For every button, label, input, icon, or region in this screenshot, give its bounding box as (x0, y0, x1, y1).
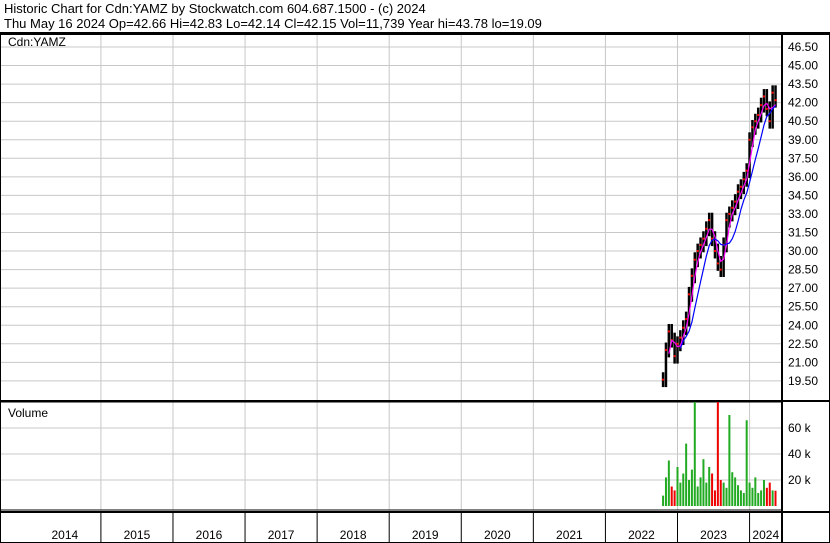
price-tick-label: 37.50 (788, 151, 818, 165)
close-marker (760, 104, 763, 107)
price-tick-label: 25.50 (788, 300, 818, 314)
price-tick-label: 42.00 (788, 96, 818, 110)
close-marker (745, 169, 748, 172)
volume-tick-label: 20 k (788, 473, 812, 487)
price-tick-label: 21.00 (788, 355, 818, 369)
close-marker (688, 293, 691, 296)
volume-tick-label: 60 k (788, 421, 812, 435)
price-tick-label: 43.50 (788, 77, 818, 91)
price-tick-label: 40.50 (788, 114, 818, 128)
close-marker (664, 348, 667, 351)
close-marker (699, 243, 702, 246)
year-label: 2023 (700, 528, 727, 542)
close-marker (734, 200, 737, 203)
year-label: 2024 (752, 528, 779, 542)
year-label: 2018 (340, 528, 367, 542)
close-marker (719, 268, 722, 271)
volume-label: Volume (8, 406, 48, 420)
close-marker (739, 185, 742, 188)
quote-line: Thu May 16 2024 Op=42.66 Hi=42.83 Lo=42.… (4, 16, 542, 31)
volume-tick-label: 40 k (788, 447, 812, 461)
close-marker (774, 99, 777, 102)
year-label: 2021 (556, 528, 583, 542)
moving-average-long (679, 105, 776, 349)
close-marker (757, 114, 760, 117)
close-marker (690, 274, 693, 277)
close-marker (696, 250, 699, 253)
close-marker (762, 95, 765, 98)
price-tick-label: 36.00 (788, 170, 818, 184)
close-marker (754, 120, 757, 123)
year-label: 2022 (628, 528, 655, 542)
price-tick-label: 45.00 (788, 59, 818, 73)
price-tick-label: 39.00 (788, 133, 818, 147)
price-tick-label: 31.50 (788, 226, 818, 240)
close-marker (667, 330, 670, 333)
close-marker (708, 219, 711, 222)
price-tick-label: 46.50 (788, 40, 818, 54)
price-volume-chart: 46.50 45.00 43.50 42.00 40.50 39.00 37.50 36.00… (0, 34, 830, 543)
year-label: 2015 (124, 528, 151, 542)
year-label: 2020 (484, 528, 511, 542)
close-marker (751, 126, 754, 129)
price-tick-label: 19.50 (788, 374, 818, 388)
close-marker (731, 206, 734, 209)
close-marker (679, 336, 682, 339)
chart-title: Historic Chart for Cdn:YAMZ by Stockwatc… (4, 1, 426, 16)
price-tick-label: 24.00 (788, 318, 818, 332)
year-label: 2019 (412, 528, 439, 542)
year-label: 2014 (52, 528, 79, 542)
close-marker (682, 326, 685, 329)
close-marker (702, 237, 705, 240)
close-marker (673, 355, 676, 358)
symbol-label: Cdn:YAMZ (8, 35, 66, 49)
year-label: 2017 (268, 528, 295, 542)
price-tick-label: 27.00 (788, 281, 818, 295)
close-marker (728, 212, 731, 215)
close-marker (725, 219, 728, 222)
close-marker (716, 262, 719, 265)
close-marker (685, 318, 688, 321)
close-marker (765, 107, 768, 110)
price-tick-label: 22.50 (788, 337, 818, 351)
price-tick-label: 28.50 (788, 263, 818, 277)
price-tick-label: 30.00 (788, 244, 818, 258)
close-marker (748, 138, 751, 141)
price-tick-label: 34.50 (788, 188, 818, 202)
close-marker (771, 91, 774, 94)
close-marker (742, 178, 745, 181)
close-marker (705, 227, 708, 230)
price-tick-label: 33.00 (788, 207, 818, 221)
year-label: 2016 (196, 528, 223, 542)
close-marker (662, 378, 665, 381)
chart-header: Historic Chart for Cdn:YAMZ by Stockwatc… (0, 0, 830, 34)
close-marker (676, 342, 679, 345)
close-marker (768, 120, 771, 123)
close-marker (713, 250, 716, 253)
close-marker (737, 190, 740, 193)
close-marker (693, 258, 696, 261)
